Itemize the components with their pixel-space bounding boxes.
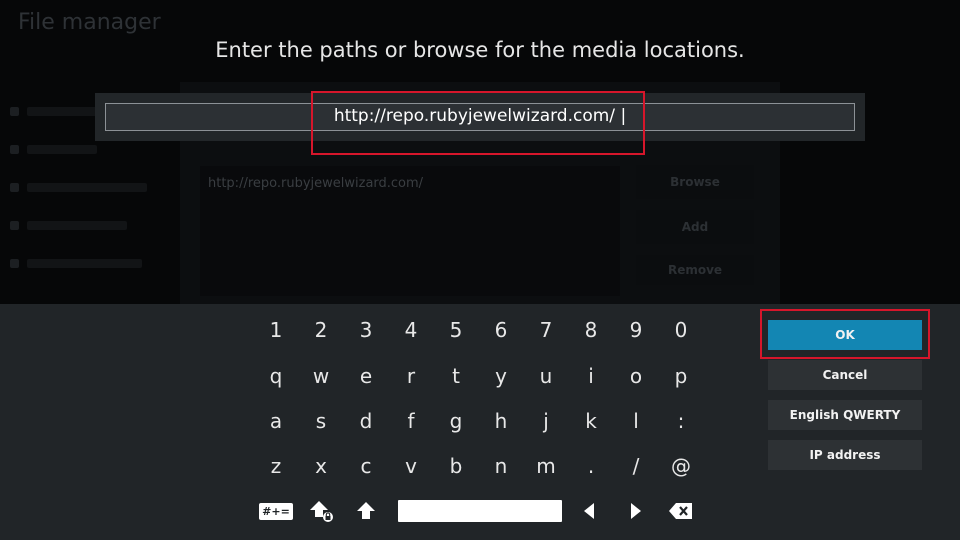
source-path: http://repo.rubyjewelwizard.com/ bbox=[208, 176, 424, 191]
arrow-right-icon bbox=[631, 503, 641, 519]
key-u[interactable]: u bbox=[524, 356, 568, 396]
add-button: Add bbox=[636, 210, 754, 244]
key-1[interactable]: 1 bbox=[254, 310, 298, 350]
key-z[interactable]: z bbox=[254, 446, 298, 486]
key-t[interactable]: t bbox=[434, 356, 478, 396]
key-period[interactable]: . bbox=[569, 446, 613, 486]
key-b[interactable]: b bbox=[434, 446, 478, 486]
backspace-icon bbox=[669, 503, 692, 519]
ip-address-button[interactable]: IP address bbox=[768, 440, 922, 470]
key-8[interactable]: 8 bbox=[569, 310, 613, 350]
shift-key[interactable] bbox=[344, 491, 388, 531]
cursor-right-key[interactable] bbox=[614, 491, 658, 531]
key-h[interactable]: h bbox=[479, 401, 523, 441]
key-c[interactable]: c bbox=[344, 446, 388, 486]
key-i[interactable]: i bbox=[569, 356, 613, 396]
key-j[interactable]: j bbox=[524, 401, 568, 441]
key-p[interactable]: p bbox=[659, 356, 703, 396]
key-l[interactable]: l bbox=[614, 401, 658, 441]
key-colon[interactable]: : bbox=[659, 401, 703, 441]
sidebar-item bbox=[10, 206, 160, 244]
key-slash[interactable]: / bbox=[614, 446, 658, 486]
key-9[interactable]: 9 bbox=[614, 310, 658, 350]
caps-lock-icon bbox=[310, 501, 333, 522]
backspace-key[interactable] bbox=[659, 491, 703, 531]
key-r[interactable]: r bbox=[389, 356, 433, 396]
key-e[interactable]: e bbox=[344, 356, 388, 396]
key-k[interactable]: k bbox=[569, 401, 613, 441]
key-w[interactable]: w bbox=[299, 356, 343, 396]
key-y[interactable]: y bbox=[479, 356, 523, 396]
shift-arrow-icon bbox=[357, 502, 375, 519]
dialog-heading: Enter the paths or browse for the media … bbox=[215, 38, 745, 62]
key-v[interactable]: v bbox=[389, 446, 433, 486]
key-f[interactable]: f bbox=[389, 401, 433, 441]
key-a[interactable]: a bbox=[254, 401, 298, 441]
key-m[interactable]: m bbox=[524, 446, 568, 486]
key-d[interactable]: d bbox=[344, 401, 388, 441]
space-bar[interactable] bbox=[398, 500, 562, 522]
caps-lock-key[interactable] bbox=[299, 491, 343, 531]
window-title: File manager bbox=[18, 10, 161, 35]
cursor-left-key[interactable] bbox=[567, 491, 611, 531]
key-o[interactable]: o bbox=[614, 356, 658, 396]
keyboard-layout-button[interactable]: English QWERTY bbox=[768, 400, 922, 430]
input-highlight-box bbox=[311, 91, 645, 155]
browse-button: Browse bbox=[636, 165, 754, 199]
key-g[interactable]: g bbox=[434, 401, 478, 441]
remove-button: Remove bbox=[636, 255, 754, 285]
key-2[interactable]: 2 bbox=[299, 310, 343, 350]
key-n[interactable]: n bbox=[479, 446, 523, 486]
key-4[interactable]: 4 bbox=[389, 310, 433, 350]
arrow-left-icon bbox=[584, 503, 594, 519]
key-0[interactable]: 0 bbox=[659, 310, 703, 350]
key-at[interactable]: @ bbox=[659, 446, 703, 486]
ok-highlight-box bbox=[760, 309, 930, 359]
sidebar-item bbox=[10, 244, 160, 282]
sidebar-item bbox=[10, 168, 160, 206]
symbols-key[interactable]: #+= bbox=[254, 491, 298, 531]
key-x[interactable]: x bbox=[299, 446, 343, 486]
key-3[interactable]: 3 bbox=[344, 310, 388, 350]
key-7[interactable]: 7 bbox=[524, 310, 568, 350]
key-q[interactable]: q bbox=[254, 356, 298, 396]
key-5[interactable]: 5 bbox=[434, 310, 478, 350]
key-6[interactable]: 6 bbox=[479, 310, 523, 350]
symbols-label: #+= bbox=[259, 502, 293, 520]
cancel-button[interactable]: Cancel bbox=[768, 360, 922, 390]
key-s[interactable]: s bbox=[299, 401, 343, 441]
